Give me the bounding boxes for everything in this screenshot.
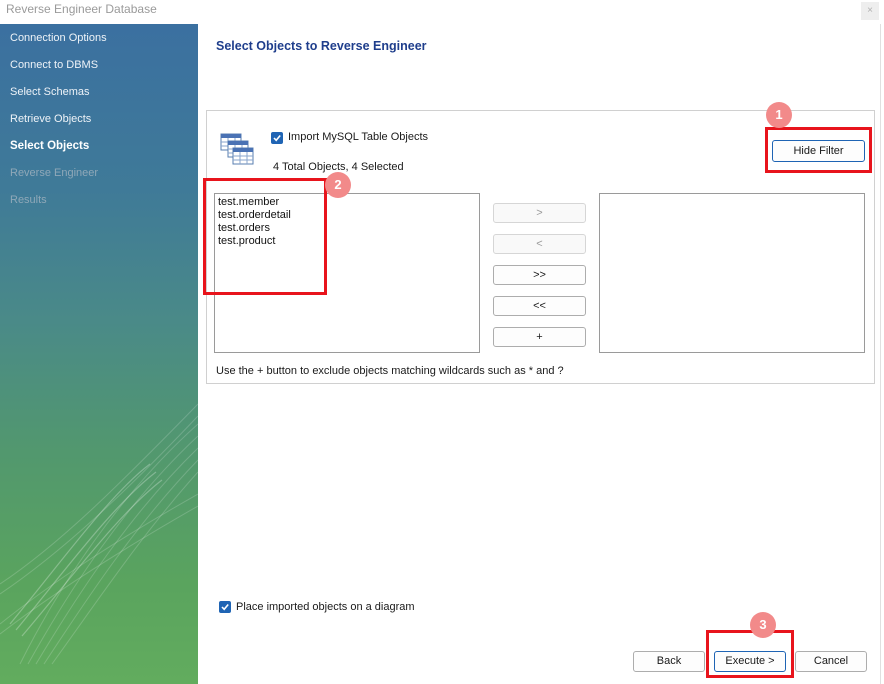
sidebar-step: Retrieve Objects bbox=[10, 113, 92, 125]
step-marker-2: 2 bbox=[325, 172, 351, 198]
checkmark-icon bbox=[273, 134, 281, 142]
highlight-box-object-list bbox=[203, 178, 327, 295]
import-tables-label: Import MySQL Table Objects bbox=[288, 131, 428, 143]
window-title: Reverse Engineer Database bbox=[6, 2, 157, 16]
sidebar-step: Select Schemas bbox=[10, 86, 90, 98]
move-left-button[interactable]: < bbox=[493, 234, 586, 254]
sidebar-step: Reverse Engineer bbox=[10, 167, 99, 179]
import-tables-checkbox[interactable] bbox=[271, 132, 283, 144]
highlight-box-hide-filter bbox=[765, 127, 872, 173]
page-title: Select Objects to Reverse Engineer bbox=[216, 39, 427, 53]
window-border bbox=[880, 24, 881, 684]
step-marker-3: 3 bbox=[750, 612, 776, 638]
table-objects-icon bbox=[220, 133, 254, 165]
close-icon[interactable]: × bbox=[861, 2, 879, 20]
excluded-objects-list[interactable] bbox=[599, 193, 865, 353]
place-on-diagram-checkbox[interactable] bbox=[219, 601, 231, 613]
move-right-button[interactable]: > bbox=[493, 203, 586, 223]
wildcard-hint: Use the + button to exclude objects matc… bbox=[216, 365, 564, 377]
place-on-diagram-label: Place imported objects on a diagram bbox=[236, 601, 415, 613]
step-marker-1: 1 bbox=[766, 102, 792, 128]
add-wildcard-button[interactable]: + bbox=[493, 327, 586, 347]
sidebar-step: Results bbox=[10, 194, 47, 206]
sidebar-step: Connection Options bbox=[10, 32, 107, 44]
move-all-left-button[interactable]: << bbox=[493, 296, 586, 316]
move-all-right-button[interactable]: >> bbox=[493, 265, 586, 285]
sidebar-step: Connect to DBMS bbox=[10, 59, 99, 71]
wizard-sidebar: Connection Options Connect to DBMS Select … bbox=[0, 24, 198, 684]
highlight-box-execute bbox=[706, 630, 794, 678]
title-bar: Reverse Engineer Database × bbox=[0, 0, 884, 24]
sidebar-step: Select Objects bbox=[10, 140, 90, 152]
cancel-button[interactable]: Cancel bbox=[795, 651, 867, 672]
back-button[interactable]: Back bbox=[633, 651, 705, 672]
checkmark-icon bbox=[221, 603, 229, 611]
